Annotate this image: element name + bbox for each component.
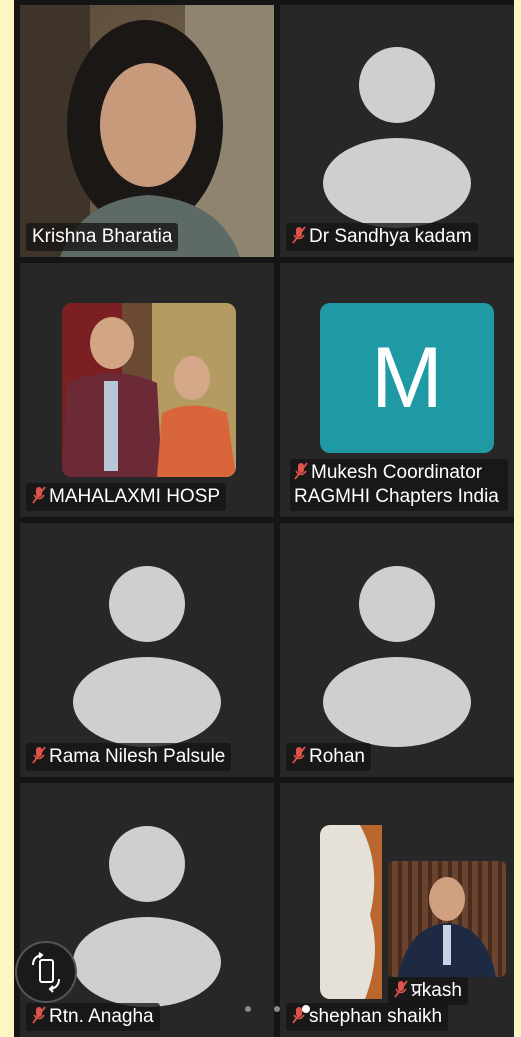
screen-rotate-icon: [32, 952, 60, 993]
participant-name: Krishna Bharatia: [26, 223, 179, 251]
self-video-feed: [388, 861, 506, 977]
mic-off-icon: [294, 462, 308, 480]
mic-off-icon: [394, 980, 408, 998]
page-dot-2[interactable]: [274, 1006, 280, 1012]
self-view-name: प्रkash: [388, 977, 468, 1005]
mic-off-icon: [292, 226, 306, 244]
avatar-placeholder-head: [109, 826, 185, 902]
mic-off-icon: [292, 746, 306, 764]
page-dot-3-active[interactable]: [302, 1005, 310, 1013]
avatar-placeholder-head: [359, 47, 435, 123]
participant-tile-mukesh[interactable]: M Mukesh Coordinator RAGMHI Chapters Ind…: [280, 263, 514, 517]
avatar-placeholder-body: [73, 657, 221, 747]
avatar-placeholder-head: [359, 566, 435, 642]
mic-off-icon: [32, 486, 46, 504]
mic-off-icon: [32, 746, 46, 764]
participant-tile-sandhya[interactable]: Dr Sandhya kadam: [280, 5, 514, 257]
participant-tile-krishna[interactable]: Krishna Bharatia: [20, 5, 274, 257]
participant-tile-mahalaxmi[interactable]: MAHALAXMI HOSP: [20, 263, 274, 517]
participant-tile-shephan[interactable]: shephan shaikh प्रkash: [280, 783, 514, 1037]
profile-photo: [62, 303, 236, 477]
video-feed: [20, 5, 274, 257]
avatar-placeholder-body: [323, 657, 471, 747]
profile-photo: [320, 825, 382, 999]
participant-name: Dr Sandhya kadam: [286, 223, 478, 251]
screen-rotate-button[interactable]: [15, 941, 77, 1003]
avatar-placeholder-head: [109, 566, 185, 642]
participant-name: Mukesh Coordinator RAGMHI Chapters India: [290, 459, 508, 511]
avatar-letter: M: [371, 330, 443, 426]
self-view[interactable]: प्रkash: [388, 861, 506, 1007]
meeting-grid: Krishna Bharatia Dr Sandhya kadam MAHALA…: [14, 0, 514, 1037]
participant-tile-rama[interactable]: Rama Nilesh Palsule: [20, 523, 274, 777]
participant-name: MAHALAXMI HOSP: [26, 483, 227, 511]
page-dot-1[interactable]: [245, 1006, 251, 1012]
avatar-placeholder-body: [73, 917, 221, 1007]
participant-name: Rama Nilesh Palsule: [26, 743, 232, 771]
participant-tile-rohan[interactable]: Rohan: [280, 523, 514, 777]
page-indicator: [14, 1004, 514, 1014]
participant-name: Rohan: [286, 743, 371, 771]
avatar-placeholder-body: [323, 138, 471, 228]
letter-avatar: M: [320, 303, 494, 453]
